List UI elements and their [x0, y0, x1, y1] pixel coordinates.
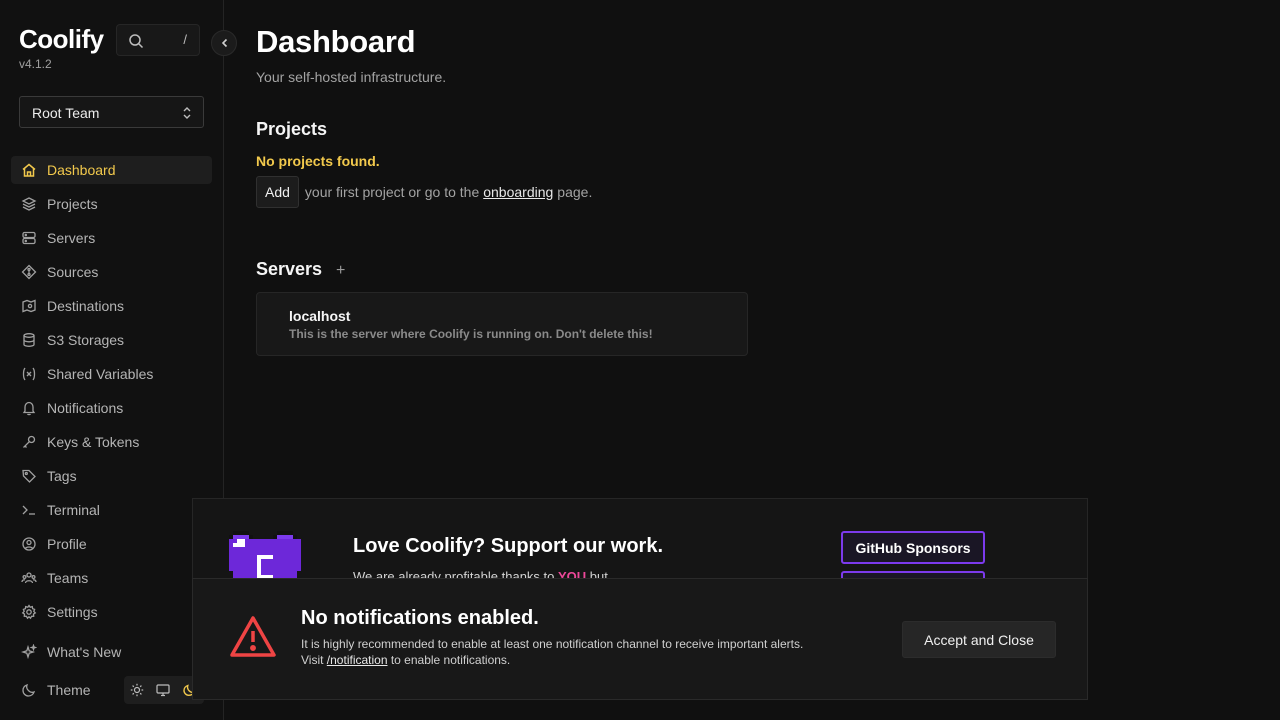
sidebar: Coolify v4.1.2 / Root Team Dashboard Pro… [0, 0, 224, 720]
theme-system-button[interactable] [150, 676, 176, 704]
sidebar-item-dashboard[interactable]: Dashboard [11, 156, 212, 184]
toast-title: No notifications enabled. [301, 607, 539, 629]
sidebar-item-profile[interactable]: Profile [11, 530, 212, 558]
git-icon [21, 264, 37, 280]
sidebar-item-label: Profile [47, 536, 87, 552]
sidebar-item-keys-tokens[interactable]: Keys & Tokens [11, 428, 212, 456]
sidebar-item-servers[interactable]: Servers [11, 224, 212, 252]
add-project-text: your first project or go to the [304, 184, 480, 200]
server-icon [22, 231, 36, 245]
sidebar-item-s3-storages[interactable]: S3 Storages [11, 326, 212, 354]
toast-visit-text: Visit [301, 653, 324, 667]
add-project-row: Add your first project or go to the onbo… [256, 176, 592, 208]
onboarding-link[interactable]: onboarding [483, 184, 553, 200]
sidebar-item-label: Sources [47, 264, 99, 280]
sparkles-icon [21, 644, 37, 660]
monitor-icon [156, 684, 170, 697]
pixel-heart-logo [229, 531, 301, 579]
sidebar-item-tags[interactable]: Tags [11, 462, 212, 490]
search-button[interactable]: / [116, 24, 200, 56]
profile-icon [22, 537, 36, 551]
add-server-button[interactable]: + [336, 262, 345, 280]
gear-icon [21, 604, 37, 620]
sidebar-item-settings[interactable]: Settings [11, 598, 212, 626]
moon-icon [22, 683, 36, 697]
variable-icon [22, 367, 36, 381]
terminal-icon [22, 505, 35, 515]
sidebar-item-label: Teams [47, 570, 89, 586]
sidebar-item-label: Projects [47, 196, 98, 212]
database-icon [23, 333, 35, 347]
page-title: Dashboard [256, 24, 416, 59]
tag-icon [22, 469, 36, 483]
sidebar-item-label: Destinations [47, 298, 125, 314]
sidebar-item-teams[interactable]: Teams [11, 564, 212, 592]
notification-toast: No notifications enabled. It is highly r… [192, 578, 1088, 700]
github-sponsors-button[interactable]: GitHub Sponsors [841, 531, 985, 564]
home-icon [22, 163, 36, 177]
search-icon [129, 34, 144, 49]
sidebar-item-shared-variables[interactable]: Shared Variables [11, 360, 212, 388]
sponsor-title: Love Coolify? Support our work. [353, 535, 663, 557]
whats-new-label: What's New [47, 644, 122, 660]
sidebar-item-sources[interactable]: Sources [11, 258, 212, 286]
add-project-button[interactable]: Add [256, 176, 299, 208]
destination-icon [22, 299, 36, 313]
projects-title: Projects [256, 119, 328, 139]
collapse-sidebar-button[interactable] [211, 30, 237, 56]
sidebar-item-label: Shared Variables [47, 366, 154, 382]
search-shortcut: / [183, 32, 187, 47]
key-icon [23, 435, 36, 448]
toast-message: It is highly recommended to enable at le… [301, 637, 804, 651]
notification-settings-link[interactable]: /notification [327, 653, 388, 667]
sidebar-item-label: Tags [47, 468, 77, 484]
sidebar-item-label: Terminal [47, 502, 100, 518]
sidebar-item-projects[interactable]: Projects [11, 190, 212, 218]
team-select-value: Root Team [32, 105, 100, 121]
page-subtitle: Your self-hosted infrastructure. [256, 69, 447, 85]
chevron-left-icon [221, 38, 228, 48]
sun-icon [130, 683, 144, 697]
sidebar-item-destinations[interactable]: Destinations [11, 292, 212, 320]
warning-icon [230, 616, 276, 657]
bell-icon [22, 401, 36, 416]
app-version: v4.1.2 [19, 57, 52, 71]
sidebar-item-label: Notifications [47, 400, 124, 416]
team-select[interactable]: Root Team [19, 96, 204, 128]
sidebar-item-label: Settings [47, 604, 98, 620]
toast-after-text: to enable notifications. [390, 653, 511, 667]
no-projects-message: No projects found. [256, 153, 380, 169]
sidebar-item-terminal[interactable]: Terminal [11, 496, 212, 524]
sponsor-banner: Love Coolify? Support our work. We are a… [192, 498, 1088, 580]
servers-title: Servers [256, 259, 323, 279]
sidebar-item-whats-new[interactable]: What's New [11, 638, 212, 666]
sidebar-item-notifications[interactable]: Notifications [11, 394, 212, 422]
accept-and-close-button[interactable]: Accept and Close [902, 621, 1056, 658]
sidebar-item-label: S3 Storages [47, 332, 125, 348]
theme-light-button[interactable] [124, 676, 150, 704]
toast-message-link-line: Visit /notification to enable notificati… [301, 653, 510, 667]
sidebar-item-label: Keys & Tokens [47, 434, 140, 450]
chevron-up-down-icon [183, 107, 191, 119]
sidebar-item-label: Servers [47, 230, 96, 246]
theme-label: Theme [47, 682, 91, 698]
app-logo[interactable]: Coolify [19, 24, 104, 55]
server-name: localhost [289, 308, 351, 324]
theme-row: Theme [11, 676, 212, 704]
sidebar-nav: Dashboard Projects Servers Sources Desti… [11, 156, 212, 632]
sidebar-item-label: Dashboard [47, 162, 116, 178]
teams-icon [21, 572, 37, 584]
server-description: This is the server where Coolify is runn… [289, 327, 653, 341]
add-project-text-after: page. [557, 184, 593, 200]
layers-icon [21, 197, 37, 211]
server-card[interactable]: localhost This is the server where Cooli… [256, 292, 748, 356]
